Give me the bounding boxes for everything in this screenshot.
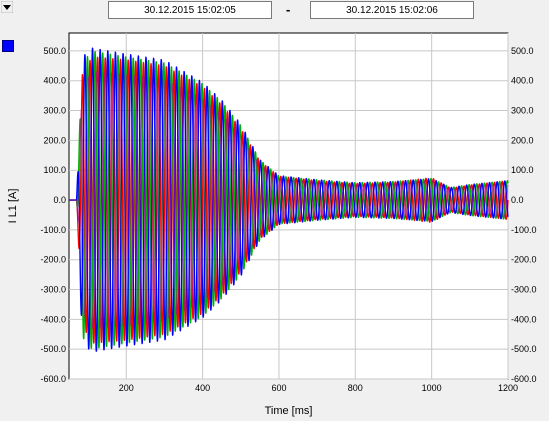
y-tick-label-right: -300.0 xyxy=(511,285,537,295)
y-tick-label-left: 0.0 xyxy=(53,195,66,205)
y-axis-title: I L1 [A] xyxy=(7,189,19,224)
y-tick-label-left: 100.0 xyxy=(43,165,66,175)
y-tick-label-right: -100.0 xyxy=(511,225,537,235)
x-tick-label: 800 xyxy=(348,383,363,393)
x-tick-labels: 200 400 600 800 1000 1200 xyxy=(119,383,518,393)
x-tick-label: 400 xyxy=(195,383,210,393)
x-axis-title: Time [ms] xyxy=(265,405,313,417)
y-tick-label-left: 500.0 xyxy=(43,46,66,56)
y-tick-labels-left: -600.0 -500.0 -400.0 -300.0 -200.0 -100.0 0.0 1… xyxy=(40,46,66,384)
y-tick-label-right: -500.0 xyxy=(511,344,537,354)
y-tick-label-right: 200.0 xyxy=(511,135,534,145)
y-tick-label-right: 300.0 xyxy=(511,106,534,116)
current-chart: -600.0 -500.0 -400.0 -300.0 -200.0 -100.0 0.0 1… xyxy=(7,32,537,417)
y-tick-label-left: -500.0 xyxy=(40,344,66,354)
y-tick-label-right: -400.0 xyxy=(511,314,537,324)
y-tick-label-right: 0.0 xyxy=(511,195,524,205)
x-tick-label: 600 xyxy=(271,383,286,393)
y-tick-label-right: 500.0 xyxy=(511,46,534,56)
y-tick-label-right: 100.0 xyxy=(511,165,534,175)
y-tick-label-left: 200.0 xyxy=(43,135,66,145)
y-tick-label-right: 400.0 xyxy=(511,76,534,86)
x-tick-label: 200 xyxy=(119,383,134,393)
y-tick-label-left: -400.0 xyxy=(40,314,66,324)
y-tick-label-left: 400.0 xyxy=(43,76,66,86)
y-tick-labels-right: -600.0-500.0-400.0-300.0-200.0-100.00.01… xyxy=(511,46,537,384)
y-tick-label-left: -600.0 xyxy=(40,374,66,384)
y-tick-label-left: 300.0 xyxy=(43,106,66,116)
y-tick-label-left: -300.0 xyxy=(40,285,66,295)
y-tick-label-right: -200.0 xyxy=(511,255,537,265)
y-tick-label-left: -200.0 xyxy=(40,255,66,265)
x-tick-label: 1200 xyxy=(498,383,518,393)
y-tick-label-left: -100.0 xyxy=(40,225,66,235)
x-tick-label: 1000 xyxy=(422,383,442,393)
